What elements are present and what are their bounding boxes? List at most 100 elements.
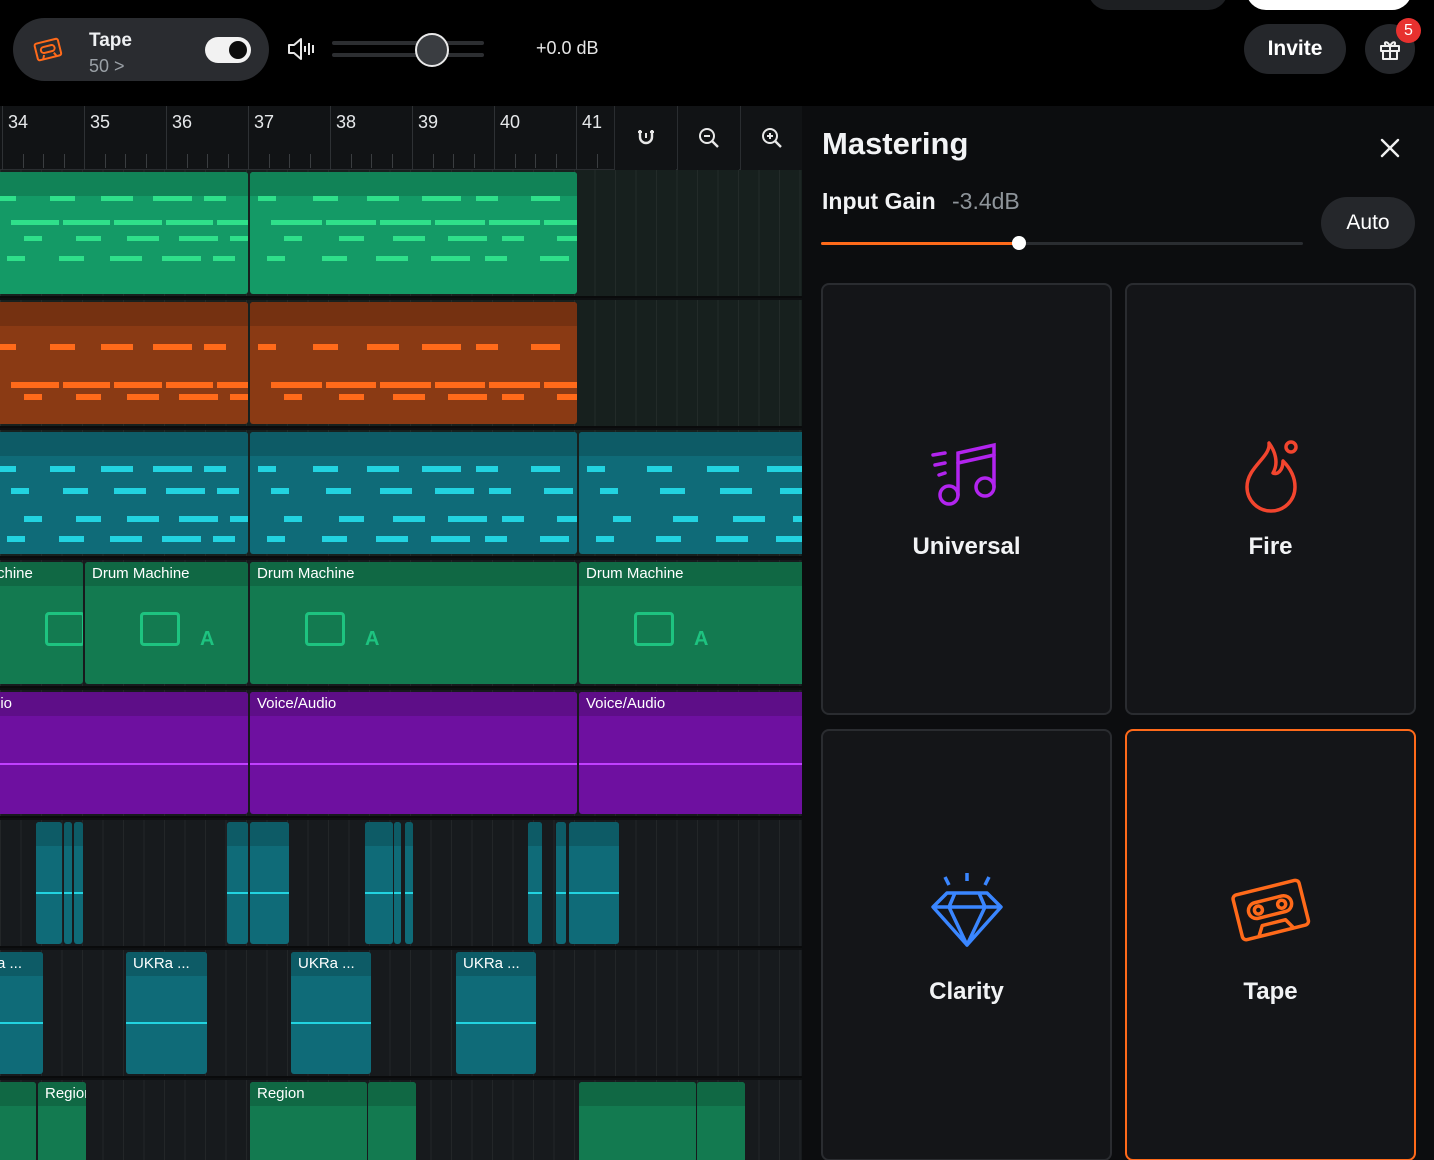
- track-lane[interactable]: lio Voice/Audio Voice/Audio: [0, 690, 802, 818]
- audio-region[interactable]: [697, 1082, 745, 1160]
- midi-note: [312, 344, 338, 350]
- audio-region[interactable]: [579, 1082, 696, 1160]
- zoom-out-button[interactable]: [677, 106, 739, 170]
- midi-region[interactable]: [569, 822, 619, 944]
- top-button-cut-off-white[interactable]: [1246, 0, 1412, 10]
- audio-region[interactable]: [368, 1082, 416, 1160]
- style-card-universal[interactable]: Universal: [821, 283, 1112, 715]
- midi-region[interactable]: [528, 822, 542, 944]
- midi-region[interactable]: [0, 432, 248, 554]
- midi-note: [110, 256, 143, 261]
- input-gain-knob[interactable]: [1011, 236, 1026, 250]
- midi-region[interactable]: [579, 432, 802, 554]
- style-card-fire[interactable]: Fire: [1125, 283, 1416, 715]
- midi-note: [380, 382, 431, 388]
- top-button-cut-off[interactable]: [1088, 0, 1228, 10]
- track-lane[interactable]: a ... UKRa ... UKRa ... UKRa ...: [0, 950, 802, 1078]
- track-lane[interactable]: [0, 430, 802, 558]
- midi-region[interactable]: [0, 172, 248, 294]
- track-lane[interactable]: [0, 300, 802, 428]
- timeline-ruler[interactable]: 34 35 36 37 38 39 40 41: [0, 106, 802, 170]
- midi-region[interactable]: [74, 822, 83, 944]
- ruler-tick: [22, 154, 24, 168]
- ruler-tick: [43, 154, 44, 168]
- midi-note: [75, 236, 101, 241]
- midi-region[interactable]: [405, 822, 413, 944]
- input-gain-slider[interactable]: [821, 236, 1303, 250]
- mastering-toggle[interactable]: [205, 37, 251, 63]
- audio-region[interactable]: lio: [0, 692, 248, 814]
- volume-slider-knob[interactable]: [415, 33, 450, 67]
- midi-note: [75, 516, 101, 522]
- midi-region[interactable]: UKRa ...: [126, 952, 207, 1074]
- midi-region[interactable]: [0, 302, 248, 424]
- region-header: [0, 1082, 36, 1106]
- midi-region[interactable]: [250, 822, 289, 944]
- volume-slider[interactable]: [332, 38, 484, 60]
- arrange-view[interactable]: 3435363738394041 chineADrum MachineADrum…: [0, 106, 802, 1160]
- midi-region[interactable]: [250, 172, 577, 294]
- midi-note: [7, 256, 25, 261]
- region-title: UKRa ...: [463, 955, 520, 972]
- preset-amount-link[interactable]: 50 >: [89, 56, 125, 77]
- style-card-tape[interactable]: Tape: [1125, 729, 1416, 1160]
- midi-note: [421, 466, 461, 472]
- invite-button[interactable]: Invite: [1244, 24, 1346, 74]
- midi-note: [284, 236, 302, 241]
- style-card-clarity[interactable]: Clarity: [821, 729, 1112, 1160]
- midi-note: [434, 488, 474, 494]
- midi-region[interactable]: [64, 822, 72, 944]
- midi-note: [539, 536, 569, 542]
- close-button[interactable]: [1370, 128, 1410, 168]
- drum-region[interactable]: chineA: [0, 562, 83, 684]
- zoom-out-icon: [698, 128, 719, 148]
- waveform: [74, 892, 83, 894]
- region-header: [697, 1082, 745, 1106]
- volume-icon[interactable]: [286, 36, 316, 62]
- auto-button[interactable]: Auto: [1321, 197, 1415, 249]
- track-lane[interactable]: Region Region: [0, 1080, 802, 1160]
- midi-region[interactable]: [250, 302, 577, 424]
- audio-region[interactable]: [0, 1082, 36, 1160]
- region-title: Drum Machine: [586, 565, 684, 582]
- midi-region[interactable]: [556, 822, 566, 944]
- track-lane[interactable]: chineADrum MachineADrum MachineADrum Mac…: [0, 560, 802, 688]
- midi-region[interactable]: UKRa ...: [456, 952, 536, 1074]
- drum-region[interactable]: Drum Machine A: [579, 562, 802, 684]
- midi-note: [656, 536, 681, 542]
- midi-note: [7, 536, 25, 542]
- track-lane[interactable]: [0, 820, 802, 948]
- region-header: [0, 172, 248, 196]
- midi-region[interactable]: [394, 822, 401, 944]
- audio-region[interactable]: Region: [250, 1082, 367, 1160]
- drum-pattern-letter: A: [694, 628, 709, 650]
- drum-region[interactable]: Drum Machine A: [250, 562, 577, 684]
- zoom-in-icon: [761, 128, 782, 148]
- midi-note: [476, 466, 498, 472]
- mastering-preset-pill[interactable]: Tape 50 >: [13, 18, 269, 81]
- midi-region[interactable]: [227, 822, 248, 944]
- midi-note: [284, 394, 302, 400]
- zoom-in-button[interactable]: [740, 106, 802, 170]
- audio-region[interactable]: Region: [38, 1082, 86, 1160]
- input-gain-label: Input Gain: [822, 188, 936, 214]
- audio-region[interactable]: Voice/Audio: [250, 692, 577, 814]
- notification-badge: 5: [1396, 18, 1421, 43]
- midi-region[interactable]: a ...: [0, 952, 43, 1074]
- midi-region[interactable]: [36, 822, 62, 944]
- drum-region[interactable]: Drum Machine A: [85, 562, 248, 684]
- midi-note: [312, 196, 338, 201]
- midi-region[interactable]: [250, 432, 577, 554]
- midi-region[interactable]: UKRa ...: [291, 952, 371, 1074]
- diamond-icon: [930, 873, 1003, 947]
- region-header: [579, 1082, 696, 1106]
- audio-region[interactable]: Voice/Audio: [579, 692, 802, 814]
- midi-note: [376, 536, 408, 542]
- midi-note: [447, 236, 487, 241]
- waveform: [365, 892, 393, 894]
- bar-number: 35: [90, 112, 111, 132]
- magnet-button[interactable]: [614, 106, 676, 170]
- midi-note: [489, 488, 511, 494]
- track-lane[interactable]: [0, 170, 802, 298]
- midi-region[interactable]: [365, 822, 393, 944]
